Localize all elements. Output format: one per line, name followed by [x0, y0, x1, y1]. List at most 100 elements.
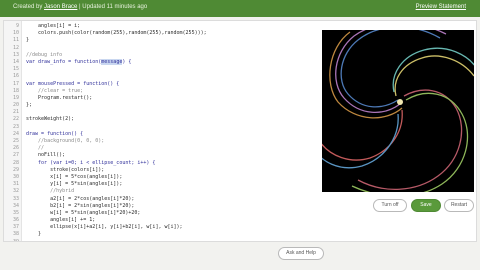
- code-text[interactable]: x[i] = 5*cos(angles[i]);: [26, 174, 122, 181]
- line-number: 33: [12, 195, 19, 202]
- code-line[interactable]: 31 y[i] = 5*sin(angles[i]);: [4, 181, 320, 188]
- code-text[interactable]: b2[i] = 2*sin(angles[i]*20);: [26, 203, 134, 210]
- code-lines[interactable]: 9 angles[i] = i; 10 colors.push(color(ran…: [4, 23, 320, 241]
- code-line[interactable]: 19 Program.restart();: [4, 95, 320, 102]
- code-text[interactable]: draw = function() {: [26, 131, 83, 138]
- line-number: 17: [12, 80, 19, 87]
- line-number: 24: [12, 130, 19, 137]
- code-line[interactable]: 11}: [4, 37, 320, 44]
- code-text[interactable]: stroke(colors[i]);: [26, 167, 104, 174]
- code-text[interactable]: ellipse(x[i]+a2[i], y[i]+b2[i], w[i], w[…: [26, 224, 182, 231]
- code-line[interactable]: 27 noFill();: [4, 152, 320, 159]
- code-text[interactable]: //background(0, 0, 0);: [26, 138, 104, 145]
- code-text[interactable]: strokeWeight(2);: [26, 116, 74, 123]
- line-number: 36: [12, 217, 19, 224]
- code-line[interactable]: 9 angles[i] = i;: [4, 23, 320, 30]
- line-number: 14: [12, 58, 19, 65]
- preview-statement-link[interactable]: Preview Statement: [416, 4, 466, 10]
- author-link[interactable]: Jason Brace: [44, 4, 77, 10]
- code-text[interactable]: //clear = true;: [26, 88, 83, 95]
- code-line[interactable]: 37 ellipse(x[i]+a2[i], y[i]+b2[i], w[i],…: [4, 224, 320, 231]
- code-text[interactable]: w[i] = 5*sin(angles[i]*20)+20;: [26, 210, 140, 217]
- code-editor[interactable]: 9 angles[i] = i; 10 colors.push(color(ran…: [4, 21, 320, 241]
- line-number: 35: [12, 209, 19, 216]
- code-text[interactable]: noFill();: [26, 152, 65, 159]
- restart-button[interactable]: Restart: [444, 199, 474, 212]
- code-line[interactable]: 30 x[i] = 5*cos(angles[i]);: [4, 174, 320, 181]
- code-text[interactable]: var mousePressed = function() {: [26, 81, 119, 88]
- code-line[interactable]: 32 //hybrid: [4, 188, 320, 195]
- code-text[interactable]: //hybrid: [26, 188, 74, 195]
- code-line[interactable]: 21: [4, 109, 320, 116]
- line-number: 9: [15, 23, 19, 29]
- line-number: 27: [12, 152, 19, 159]
- code-line[interactable]: 34 b2[i] = 2*sin(angles[i]*20);: [4, 203, 320, 210]
- highlighted-token: message: [101, 58, 123, 65]
- code-text[interactable]: for (var i=0; i < ellipse_count; i++) {: [26, 160, 155, 167]
- line-number: 11: [12, 37, 19, 44]
- line-number: 12: [12, 44, 19, 51]
- spiral-center: [397, 99, 403, 105]
- save-button[interactable]: Save: [411, 199, 441, 212]
- created-by-text: Created by Jason Brace | Updated 11 minu…: [13, 4, 148, 10]
- line-number: 25: [12, 138, 19, 144]
- line-number: 37: [12, 224, 19, 231]
- line-number: 38: [12, 231, 19, 238]
- code-line[interactable]: 26 //: [4, 145, 320, 152]
- code-line[interactable]: 25 //background(0, 0, 0);: [4, 138, 320, 145]
- code-text[interactable]: var draw_info = function(message) {: [26, 58, 131, 66]
- code-line[interactable]: 12: [4, 45, 320, 52]
- ask-and-help-button[interactable]: Ask and Help: [278, 247, 324, 260]
- code-line[interactable]: 36 angles[i] += 1;: [4, 217, 320, 224]
- line-number: 10: [12, 30, 19, 37]
- code-text[interactable]: }: [26, 231, 41, 238]
- code-text[interactable]: //: [26, 145, 44, 152]
- code-line[interactable]: 23: [4, 124, 320, 131]
- code-line[interactable]: 17 var mousePressed = function() {: [4, 81, 320, 88]
- line-number: 15: [12, 66, 19, 73]
- code-line[interactable]: 35 w[i] = 5*sin(angles[i]*20)+20;: [4, 210, 320, 217]
- code-line[interactable]: 20};: [4, 102, 320, 109]
- code-text[interactable]: angles[i] += 1;: [26, 217, 95, 224]
- code-line[interactable]: 38 }: [4, 231, 320, 238]
- code-line[interactable]: 16: [4, 73, 320, 80]
- code-text[interactable]: }: [26, 37, 29, 44]
- line-number: 30: [12, 173, 19, 180]
- code-line[interactable]: 14 var draw_info = function(message) {: [4, 58, 320, 66]
- code-text[interactable]: a2[i] = 2*cos(angles[i]*20);: [26, 196, 134, 203]
- code-line[interactable]: 24 draw = function() {: [4, 131, 320, 138]
- line-number: 22: [12, 116, 19, 123]
- code-line[interactable]: 39: [4, 239, 320, 241]
- line-number: 16: [12, 73, 19, 80]
- line-number: 28: [12, 159, 19, 166]
- code-line[interactable]: 15: [4, 66, 320, 73]
- line-number: 26: [12, 145, 19, 152]
- code-line[interactable]: 18 //clear = true;: [4, 88, 320, 95]
- line-number: 18: [12, 87, 19, 94]
- code-text[interactable]: };: [26, 102, 32, 109]
- code-text[interactable]: //debug info: [26, 52, 62, 59]
- code-line[interactable]: 29 stroke(colors[i]);: [4, 167, 320, 174]
- line-number: 21: [12, 109, 19, 116]
- line-number: 39: [4, 239, 19, 241]
- line-number: 23: [12, 123, 19, 130]
- code-line[interactable]: 33 a2[i] = 2*cos(angles[i]*20);: [4, 196, 320, 203]
- code-text[interactable]: Program.restart();: [26, 95, 92, 102]
- code-text[interactable]: angles[i] = i;: [26, 23, 80, 30]
- code-text[interactable]: colors.push(color(random(255),random(255…: [26, 30, 207, 37]
- line-number: 34: [12, 202, 19, 209]
- turn-off-button[interactable]: Turn off: [373, 199, 407, 212]
- spiral-drawing: [322, 30, 474, 192]
- code-line[interactable]: 22 strokeWeight(2);: [4, 116, 320, 123]
- code-line[interactable]: 28 for (var i=0; i < ellipse_count; i++)…: [4, 160, 320, 167]
- output-canvas[interactable]: [322, 30, 474, 192]
- line-number: 20: [12, 102, 19, 109]
- code-line[interactable]: 13 //debug info: [4, 52, 320, 59]
- line-number: 32: [12, 188, 19, 195]
- code-line[interactable]: 10 colors.push(color(random(255),random(…: [4, 30, 320, 37]
- line-number: 19: [12, 94, 19, 101]
- code-text[interactable]: y[i] = 5*sin(angles[i]);: [26, 181, 122, 188]
- top-bar: Created by Jason Brace | Updated 11 minu…: [0, 0, 480, 17]
- line-number: 13: [12, 51, 19, 58]
- line-number: 31: [12, 181, 19, 188]
